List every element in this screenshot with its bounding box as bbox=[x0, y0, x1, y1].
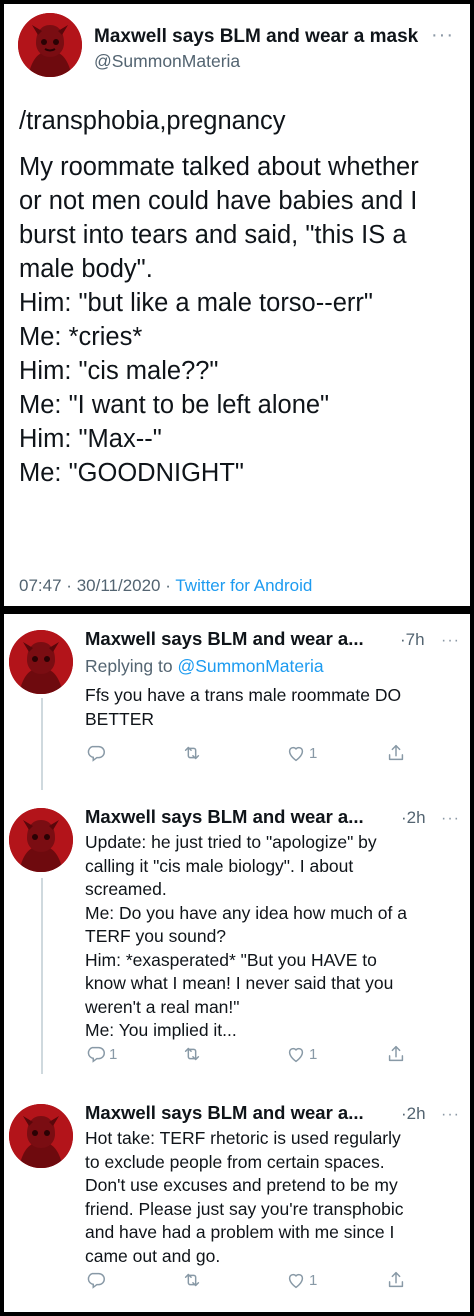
tweet-time[interactable]: ·7h bbox=[400, 630, 425, 650]
tweet-line: calling it "cis male biology". I about bbox=[85, 855, 354, 876]
avatar-image bbox=[9, 808, 73, 872]
author-name[interactable]: Maxwell says BLM and wear a... bbox=[85, 628, 364, 650]
tweet-text: Ffs you have a trans male roommate DO BE… bbox=[85, 684, 465, 731]
more-dots-icon[interactable]: ··· bbox=[441, 633, 460, 649]
more-dots-icon[interactable]: ··· bbox=[441, 811, 460, 827]
tweet-line: Him: *exasperated* "But you HAVE to bbox=[85, 949, 377, 970]
tweet-line: Me: "I want to be left alone" bbox=[19, 391, 330, 419]
avatar[interactable] bbox=[9, 808, 73, 872]
retweet-button[interactable] bbox=[181, 1042, 205, 1066]
tweet-line: My roommate talked about whether bbox=[19, 153, 419, 181]
share-icon bbox=[388, 744, 404, 761]
tweet-line: /transphobia,pregnancy bbox=[19, 107, 286, 135]
tweet-line: Hot take: TERF rhetoric is used regularl… bbox=[85, 1128, 401, 1148]
reply-tweet[interactable]: Maxwell says BLM and wear a... ·7h ··· R… bbox=[4, 614, 470, 792]
tweet-line: screamed. bbox=[85, 879, 167, 899]
avatar[interactable] bbox=[9, 1104, 73, 1168]
retweet-icon bbox=[184, 1273, 200, 1287]
share-button[interactable] bbox=[385, 1268, 407, 1292]
tweet-line: Him: "Max--" bbox=[19, 425, 162, 453]
tweet-line: TERF you sound? bbox=[85, 926, 227, 946]
share-icon bbox=[388, 1271, 404, 1288]
tweet-line: Him: "but like a male torso--err" bbox=[19, 289, 373, 317]
avatar-image bbox=[9, 1104, 73, 1168]
tweet-line: male body". bbox=[19, 255, 153, 283]
tweet-metadata: 07:47 · 30/11/2020 · Twitter for Android bbox=[19, 576, 312, 596]
tweet-line: came out and go. bbox=[85, 1245, 221, 1266]
tweet-time[interactable]: ·2h bbox=[401, 1104, 426, 1124]
retweet-icon bbox=[184, 746, 200, 760]
avatar[interactable] bbox=[18, 13, 82, 77]
heart-icon bbox=[288, 1047, 304, 1063]
tweet-text: /transphobia,pregnancy My roommate talke… bbox=[19, 104, 459, 490]
share-button[interactable] bbox=[385, 1042, 407, 1066]
tweet-line: or not men could have babies and I bbox=[19, 187, 418, 215]
retweet-icon bbox=[184, 1047, 200, 1061]
reply-button[interactable] bbox=[85, 1268, 109, 1292]
tweet-line: weren't a real man!" bbox=[85, 996, 240, 1017]
reply-tweet[interactable]: Maxwell says BLM and wear a... ·2h ··· H… bbox=[4, 1088, 470, 1312]
tweet-date[interactable]: 30/11/2020 bbox=[77, 576, 161, 595]
main-tweet-card: Maxwell says BLM and wear a mask @Summon… bbox=[4, 4, 470, 606]
tweet-line: Me: You implied it... bbox=[85, 1020, 237, 1040]
tweet-time[interactable]: ·2h bbox=[401, 808, 426, 828]
reply-icon bbox=[87, 745, 105, 762]
replying-to: Replying to @SummonMateria bbox=[85, 656, 324, 677]
replies-card: Maxwell says BLM and wear a... ·7h ··· R… bbox=[4, 614, 470, 1312]
tweet-time[interactable]: 07:47 bbox=[19, 576, 62, 595]
avatar[interactable] bbox=[9, 630, 73, 694]
tweet-line: and have had a problem with me since I bbox=[85, 1222, 395, 1242]
like-count: 1 bbox=[309, 1045, 318, 1063]
tweet-line: Me: *cries* bbox=[19, 323, 143, 351]
like-button[interactable]: 1 bbox=[285, 1042, 317, 1066]
tweet-line: to exclude people from certain spaces. bbox=[85, 1151, 385, 1172]
tweet-line: Me: Do you have any idea how much of a bbox=[85, 902, 407, 923]
replying-prefix: Replying to bbox=[85, 656, 173, 676]
tweet-text: Update: he just tried to "apologize" by … bbox=[85, 831, 465, 1043]
heart-icon bbox=[288, 746, 304, 762]
tweet-actions: 1 bbox=[85, 1268, 425, 1292]
reply-icon bbox=[87, 1046, 105, 1063]
retweet-button[interactable] bbox=[181, 1268, 205, 1292]
meta-separator: · bbox=[66, 576, 72, 595]
like-button[interactable]: 1 bbox=[285, 1268, 317, 1292]
meta-separator: · bbox=[165, 576, 171, 595]
tweet-line: Me: "GOODNIGHT" bbox=[19, 459, 244, 487]
reply-tweet[interactable]: Maxwell says BLM and wear a... ·2h ··· U… bbox=[4, 792, 470, 1088]
author-name[interactable]: Maxwell says BLM and wear a mask bbox=[94, 26, 418, 48]
more-dots-icon[interactable]: ··· bbox=[441, 1107, 460, 1123]
share-icon bbox=[388, 1045, 404, 1062]
mention-link[interactable]: @SummonMateria bbox=[177, 656, 323, 676]
tweet-actions: 1 1 bbox=[85, 1042, 425, 1066]
retweet-button[interactable] bbox=[181, 741, 205, 765]
like-count: 1 bbox=[309, 1271, 318, 1289]
tweet-line: Ffs you have a trans male roommate DO bbox=[85, 685, 402, 705]
tweet-text: Hot take: TERF rhetoric is used regularl… bbox=[85, 1127, 465, 1268]
tweet-line: Don't use excuses and pretend to be my bbox=[85, 1175, 398, 1195]
reply-button[interactable]: 1 bbox=[85, 1042, 117, 1066]
tweet-line: Him: "cis male??" bbox=[19, 357, 219, 385]
reply-icon bbox=[87, 1272, 105, 1289]
more-dots-icon[interactable]: ··· bbox=[431, 25, 454, 45]
avatar-image bbox=[9, 630, 73, 694]
tweet-line: friend. Please just say you're transphob… bbox=[85, 1198, 404, 1219]
like-button[interactable]: 1 bbox=[285, 741, 317, 765]
reply-count: 1 bbox=[109, 1045, 118, 1063]
tweet-line: Update: he just tried to "apologize" by bbox=[85, 832, 377, 852]
heart-icon bbox=[288, 1273, 304, 1289]
tweet-actions: 1 bbox=[85, 741, 425, 765]
tweet-line: burst into tears and said, "this IS a bbox=[19, 221, 407, 249]
author-handle[interactable]: @SummonMateria bbox=[94, 51, 240, 72]
avatar-image bbox=[18, 13, 82, 77]
reply-button[interactable] bbox=[85, 741, 109, 765]
tweet-source-link[interactable]: Twitter for Android bbox=[175, 576, 312, 595]
tweet-line: BETTER bbox=[85, 708, 155, 729]
share-button[interactable] bbox=[385, 741, 407, 765]
author-name[interactable]: Maxwell says BLM and wear a... bbox=[85, 1102, 364, 1124]
author-name[interactable]: Maxwell says BLM and wear a... bbox=[85, 806, 364, 828]
like-count: 1 bbox=[309, 744, 318, 762]
tweet-line: know what I mean! I never said that you bbox=[85, 973, 394, 993]
